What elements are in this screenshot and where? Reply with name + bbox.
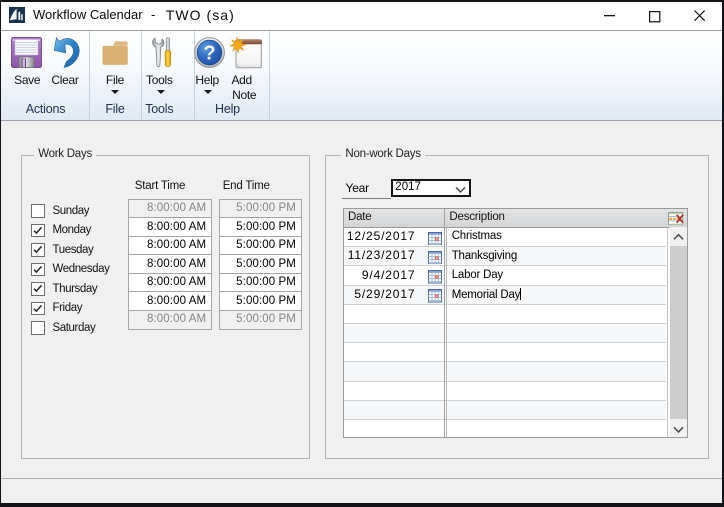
svg-text:?: ? <box>203 43 215 65</box>
